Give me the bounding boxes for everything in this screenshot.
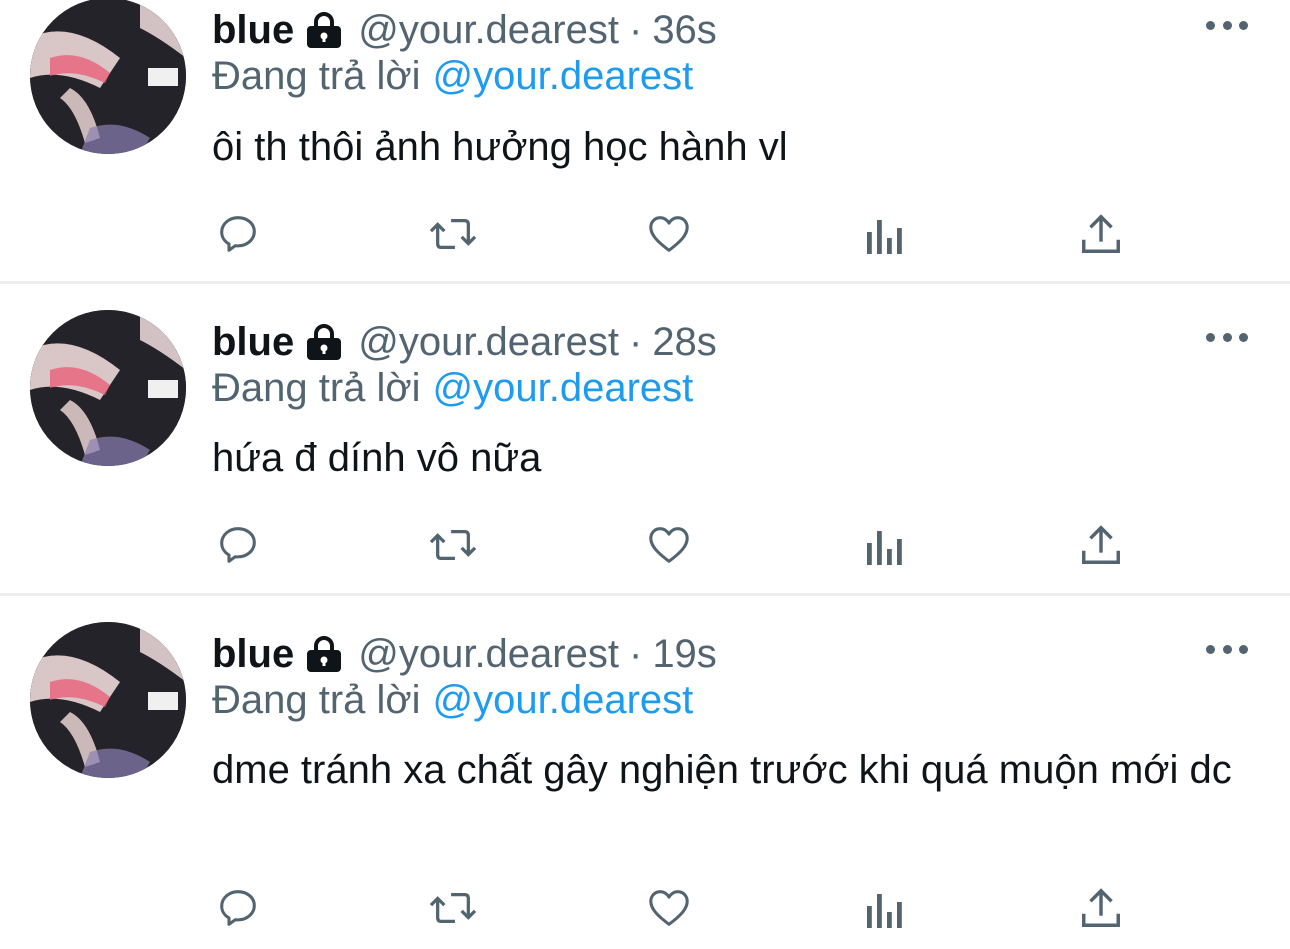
handle[interactable]: @your.dearest bbox=[358, 320, 619, 365]
display-name[interactable]: blue bbox=[212, 632, 294, 677]
heart-icon[interactable] bbox=[644, 209, 694, 259]
reply-mention-link[interactable]: @your.dearest bbox=[433, 366, 694, 410]
avatar[interactable] bbox=[30, 310, 186, 466]
avatar[interactable] bbox=[30, 622, 186, 778]
timestamp[interactable]: 28s bbox=[652, 320, 717, 365]
heart-icon[interactable] bbox=[644, 520, 694, 570]
tweet[interactable]: blue @your.dearest · 19s Đang trả lời @yo… bbox=[0, 596, 1290, 949]
reply-prefix: Đang trả lời bbox=[212, 678, 421, 722]
tweet-text: hứa đ dính vô nữa bbox=[212, 436, 542, 480]
tweet[interactable]: blue @your.dearest · 36s Đang trả lời @yo… bbox=[0, 0, 1290, 284]
retweet-icon[interactable] bbox=[428, 883, 478, 933]
views-chart-icon[interactable] bbox=[860, 209, 910, 259]
handle[interactable]: @your.dearest bbox=[358, 632, 619, 677]
retweet-icon[interactable] bbox=[428, 209, 478, 259]
lock-icon bbox=[304, 12, 344, 48]
timestamp[interactable]: 19s bbox=[652, 632, 717, 677]
reply-prefix: Đang trả lời bbox=[212, 54, 421, 98]
share-icon[interactable] bbox=[1076, 883, 1126, 933]
separator: · bbox=[628, 631, 643, 676]
action-bar bbox=[0, 209, 1290, 259]
retweet-icon[interactable] bbox=[428, 520, 478, 570]
separator: · bbox=[628, 319, 643, 364]
more-horizontal-icon[interactable] bbox=[1206, 640, 1248, 658]
lock-icon bbox=[304, 636, 344, 672]
more-horizontal-icon[interactable] bbox=[1206, 328, 1248, 346]
reply-mention-link[interactable]: @your.dearest bbox=[433, 54, 694, 98]
reply-context: Đang trả lời @your.dearest bbox=[212, 678, 693, 723]
handle[interactable]: @your.dearest bbox=[358, 8, 619, 53]
tweet-text: ôi th thôi ảnh hưởng học hành vl bbox=[212, 125, 788, 169]
action-bar bbox=[0, 520, 1290, 570]
views-chart-icon[interactable] bbox=[860, 520, 910, 570]
reply-context: Đang trả lời @your.dearest bbox=[212, 54, 693, 99]
reply-prefix: Đang trả lời bbox=[212, 366, 421, 410]
separator: · bbox=[628, 7, 643, 52]
tweet-header: blue @your.dearest · 28s bbox=[212, 318, 717, 366]
views-chart-icon[interactable] bbox=[860, 883, 910, 933]
reply-context: Đang trả lời @your.dearest bbox=[212, 366, 693, 411]
reply-icon[interactable] bbox=[213, 883, 263, 933]
share-icon[interactable] bbox=[1076, 209, 1126, 259]
heart-icon[interactable] bbox=[644, 883, 694, 933]
tweet-header: blue @your.dearest · 36s bbox=[212, 6, 717, 54]
tweet[interactable]: blue @your.dearest · 28s Đang trả lời @yo… bbox=[0, 284, 1290, 596]
reply-icon[interactable] bbox=[213, 209, 263, 259]
tweet-text: dme tránh xa chất gây nghiện trước khi q… bbox=[212, 748, 1232, 792]
tweet-header: blue @your.dearest · 19s bbox=[212, 630, 717, 678]
timestamp[interactable]: 36s bbox=[652, 8, 717, 53]
avatar[interactable] bbox=[30, 0, 186, 154]
display-name[interactable]: blue bbox=[212, 320, 294, 365]
lock-icon bbox=[304, 324, 344, 360]
reply-icon[interactable] bbox=[213, 520, 263, 570]
reply-mention-link[interactable]: @your.dearest bbox=[433, 678, 694, 722]
action-bar bbox=[0, 883, 1290, 933]
display-name[interactable]: blue bbox=[212, 8, 294, 53]
share-icon[interactable] bbox=[1076, 520, 1126, 570]
more-horizontal-icon[interactable] bbox=[1206, 16, 1248, 34]
